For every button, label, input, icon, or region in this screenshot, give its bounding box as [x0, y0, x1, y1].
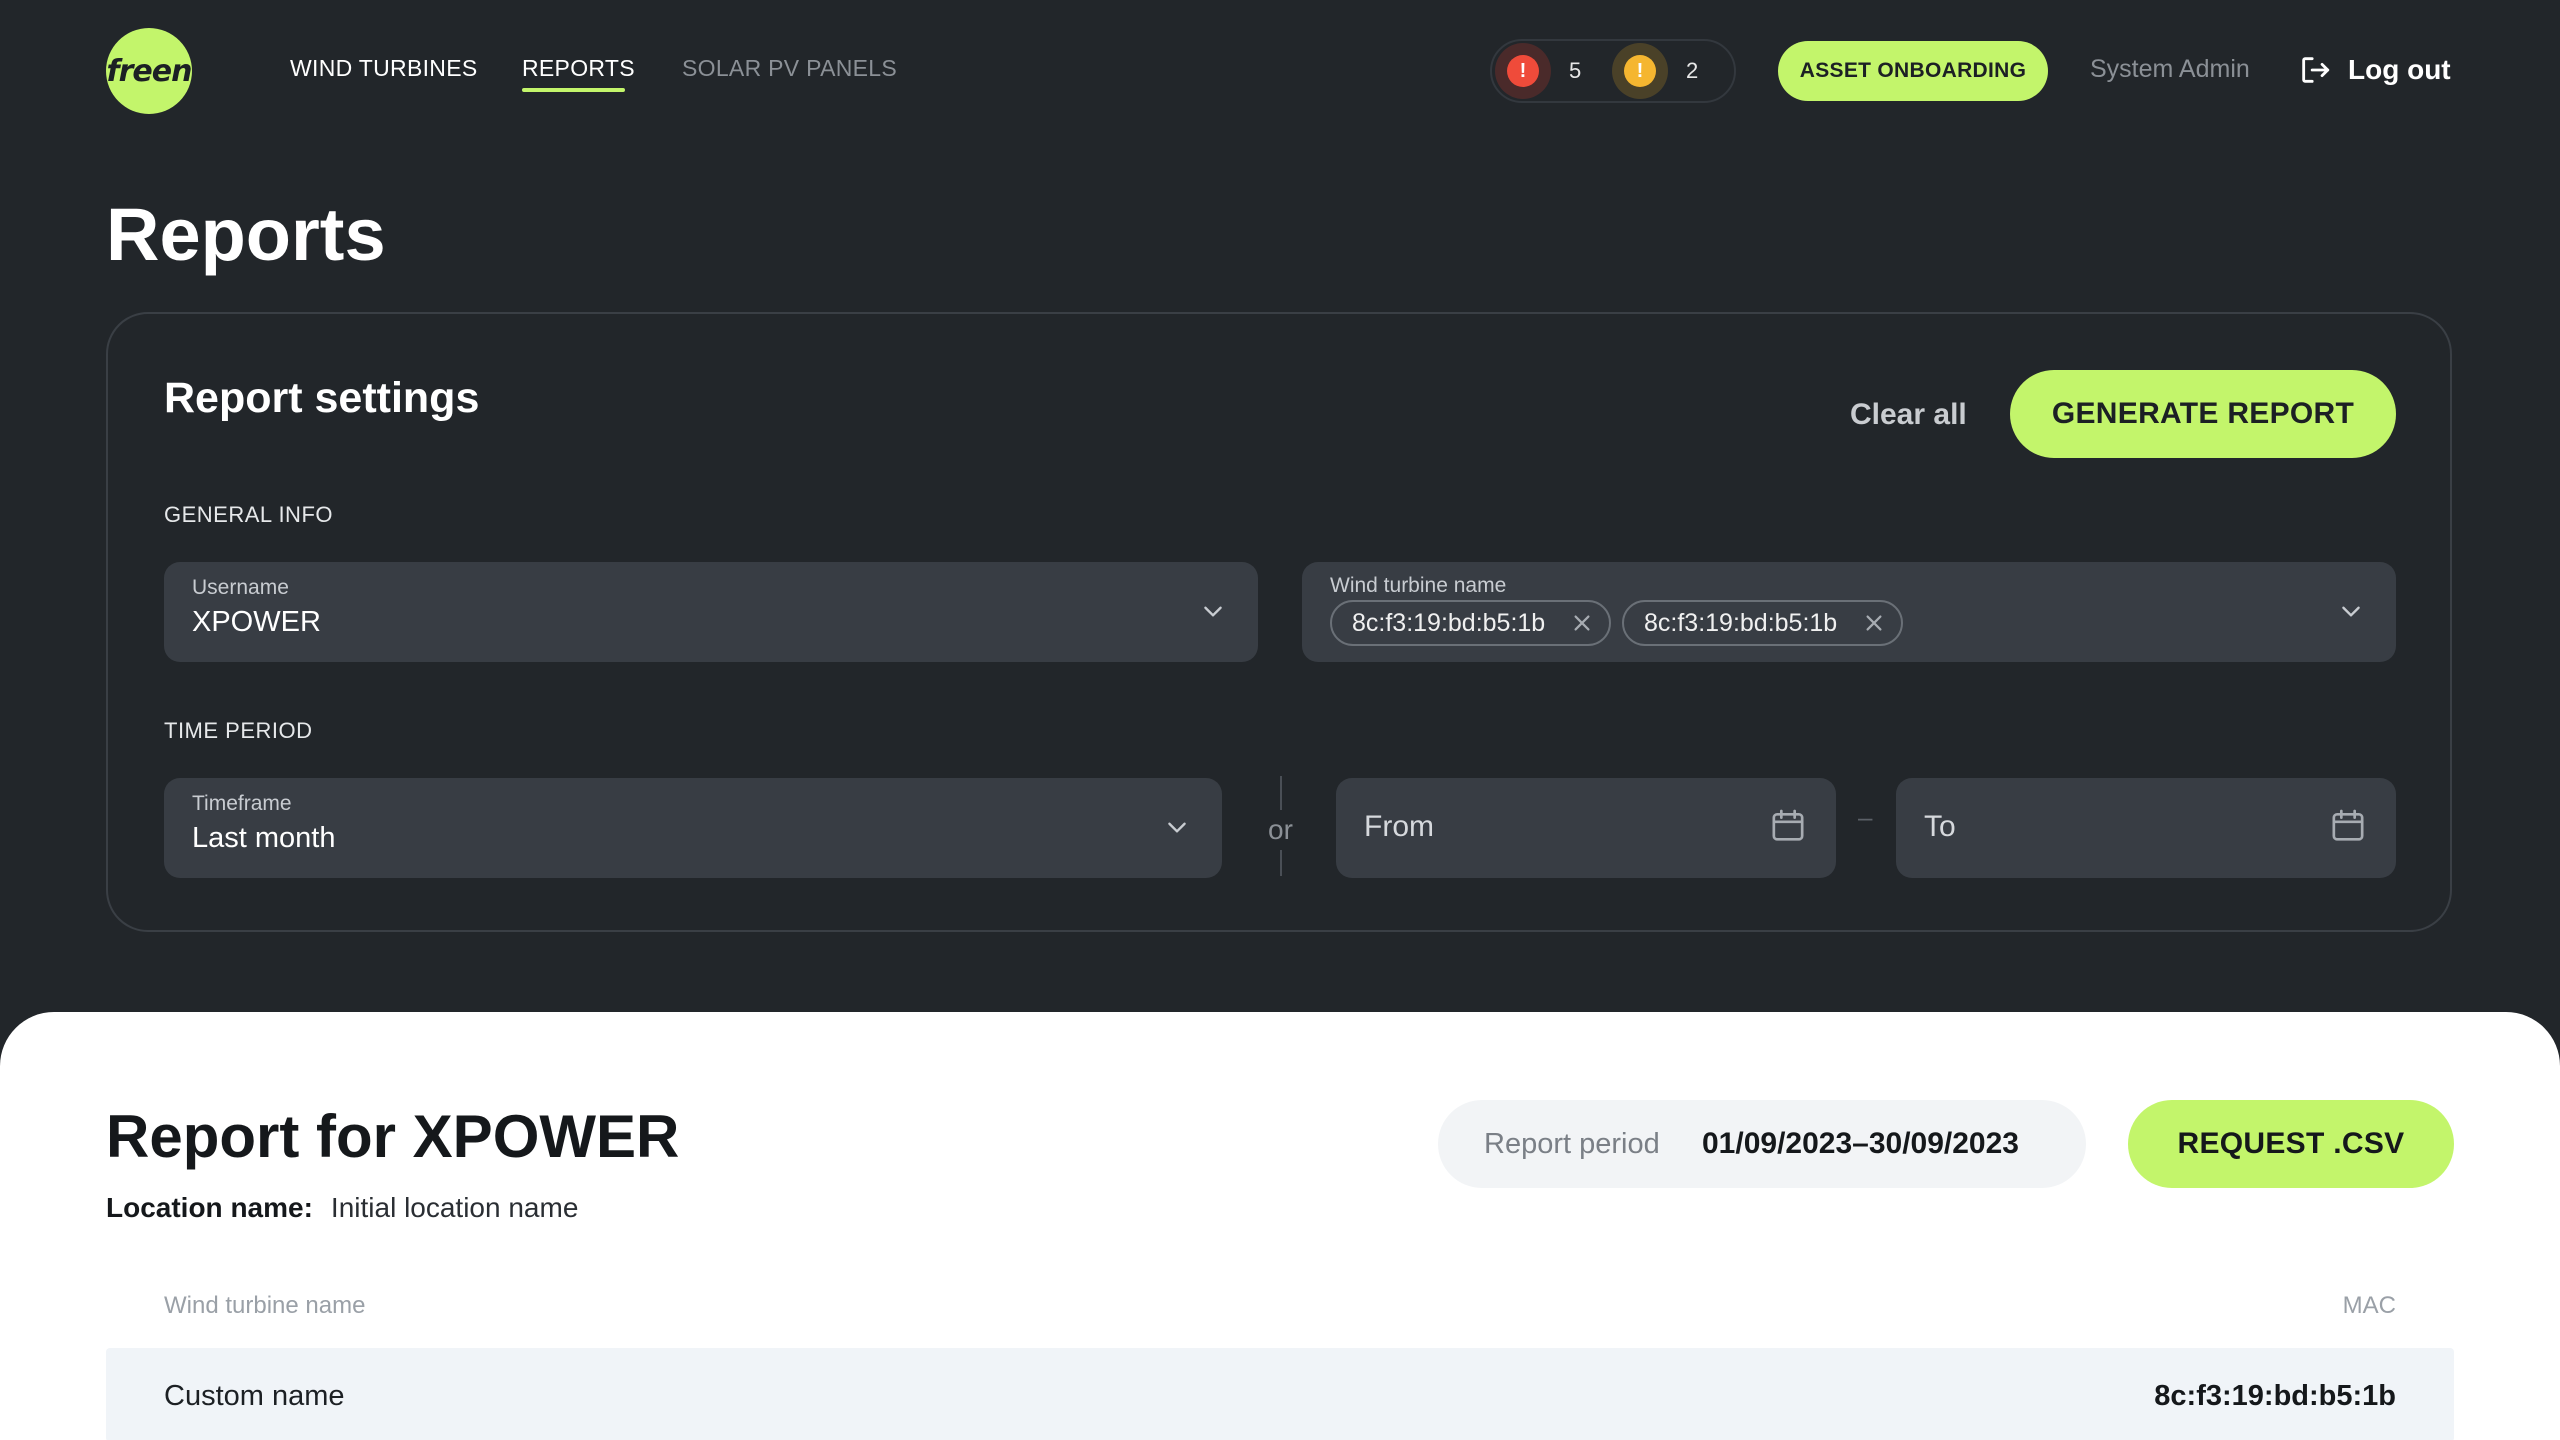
timeframe-label: Timeframe — [192, 792, 292, 815]
timeframe-value: Last month — [192, 822, 336, 854]
chevron-down-icon — [1204, 606, 1222, 617]
username-value: XPOWER — [192, 606, 321, 638]
wind-turbine-label: Wind turbine name — [1330, 574, 1507, 597]
turbine-tag-label: 8c:f3:19:bd:b5:1b — [1644, 608, 1838, 637]
clear-all-button[interactable]: Clear all — [1850, 398, 1967, 432]
report-period-label: Report period — [1484, 1127, 1660, 1160]
nav-reports[interactable]: REPORTS — [522, 55, 635, 82]
general-info-label: GENERAL INFO — [164, 502, 333, 527]
generate-report-button[interactable]: GENERATE REPORT — [2010, 370, 2396, 458]
username-label: Username — [192, 576, 289, 599]
mac-cell: 8c:f3:19:bd:b5:1b — [2154, 1380, 2396, 1412]
report-settings-title: Report settings — [164, 374, 480, 422]
table-row[interactable]: Custom name 8c:f3:19:bd:b5:1b — [106, 1348, 2454, 1440]
or-label: or — [1266, 810, 1295, 850]
timeframe-select[interactable]: Timeframe Last month — [164, 778, 1222, 878]
logout-button[interactable]: Log out — [2298, 48, 2451, 92]
exclamation-icon: ! — [1624, 55, 1656, 87]
username-select[interactable]: Username XPOWER — [164, 562, 1258, 662]
alerts-summary: ! 5 ! 2 — [1490, 39, 1736, 103]
freen-logo[interactable]: freen — [106, 28, 192, 114]
report-period-value: 01/09/2023–30/09/2023 — [1702, 1127, 2019, 1160]
nav-active-indicator — [522, 88, 625, 92]
top-header: freen WIND TURBINES REPORTS SOLAR PV PAN… — [0, 0, 2560, 140]
logo-text: freen — [106, 53, 193, 89]
chevron-down-icon — [2342, 606, 2360, 617]
calendar-icon[interactable] — [2328, 806, 2368, 846]
column-header-mac: MAC — [2342, 1292, 2396, 1319]
report-panel: Report for XPOWER Location name: Initial … — [0, 1012, 2560, 1440]
current-user-name[interactable]: System Admin — [2090, 55, 2250, 84]
report-settings-card: Report settings Clear all GENERATE REPOR… — [106, 312, 2452, 932]
column-header-turbine-name: Wind turbine name — [164, 1292, 366, 1319]
nav-wind-turbines[interactable]: WIND TURBINES — [290, 55, 477, 82]
report-period: Report period 01/09/2023–30/09/2023 — [1438, 1100, 2086, 1188]
from-date-placeholder: From — [1364, 810, 1434, 843]
critical-alert-halo: ! — [1495, 43, 1551, 99]
warning-alerts[interactable]: ! 2 — [1612, 43, 1699, 99]
request-csv-button[interactable]: REQUEST .CSV — [2128, 1100, 2454, 1188]
warning-alert-halo: ! — [1612, 43, 1668, 99]
time-period-label: TIME PERIOD — [164, 718, 313, 743]
asset-onboarding-button[interactable]: ASSET ONBOARDING — [1778, 41, 2048, 101]
chevron-down-icon — [1168, 822, 1186, 833]
wind-turbine-select[interactable]: Wind turbine name 8c:f3:19:bd:b5:1b 8c:f… — [1302, 562, 2396, 662]
nav-solar-pv-panels[interactable]: SOLAR PV PANELS — [682, 55, 897, 82]
page-title: Reports — [106, 193, 386, 276]
critical-alerts[interactable]: ! 5 — [1495, 43, 1582, 99]
to-date-field[interactable]: To — [1896, 778, 2396, 878]
logout-icon — [2302, 57, 2330, 83]
calendar-icon[interactable] — [1768, 806, 1808, 846]
location-value: Initial location name — [330, 1192, 579, 1223]
turbine-tag[interactable]: 8c:f3:19:bd:b5:1b — [1330, 600, 1612, 646]
location-info: Location name: Initial location name — [106, 1192, 578, 1224]
date-range-dash: – — [1858, 802, 1873, 832]
turbine-name-cell: Custom name — [164, 1380, 345, 1412]
critical-alert-count: 5 — [1569, 58, 1582, 83]
close-icon[interactable] — [1863, 612, 1885, 634]
close-icon[interactable] — [1571, 612, 1593, 634]
turbine-tag-label: 8c:f3:19:bd:b5:1b — [1352, 608, 1546, 637]
exclamation-icon: ! — [1507, 55, 1539, 87]
report-title: Report for XPOWER — [106, 1103, 680, 1170]
warning-alert-count: 2 — [1686, 58, 1699, 83]
location-label: Location name: — [106, 1192, 313, 1223]
turbine-tag[interactable]: 8c:f3:19:bd:b5:1b — [1622, 600, 1904, 646]
logout-label: Log out — [2348, 54, 2451, 85]
to-date-placeholder: To — [1924, 810, 1956, 843]
from-date-field[interactable]: From — [1336, 778, 1836, 878]
